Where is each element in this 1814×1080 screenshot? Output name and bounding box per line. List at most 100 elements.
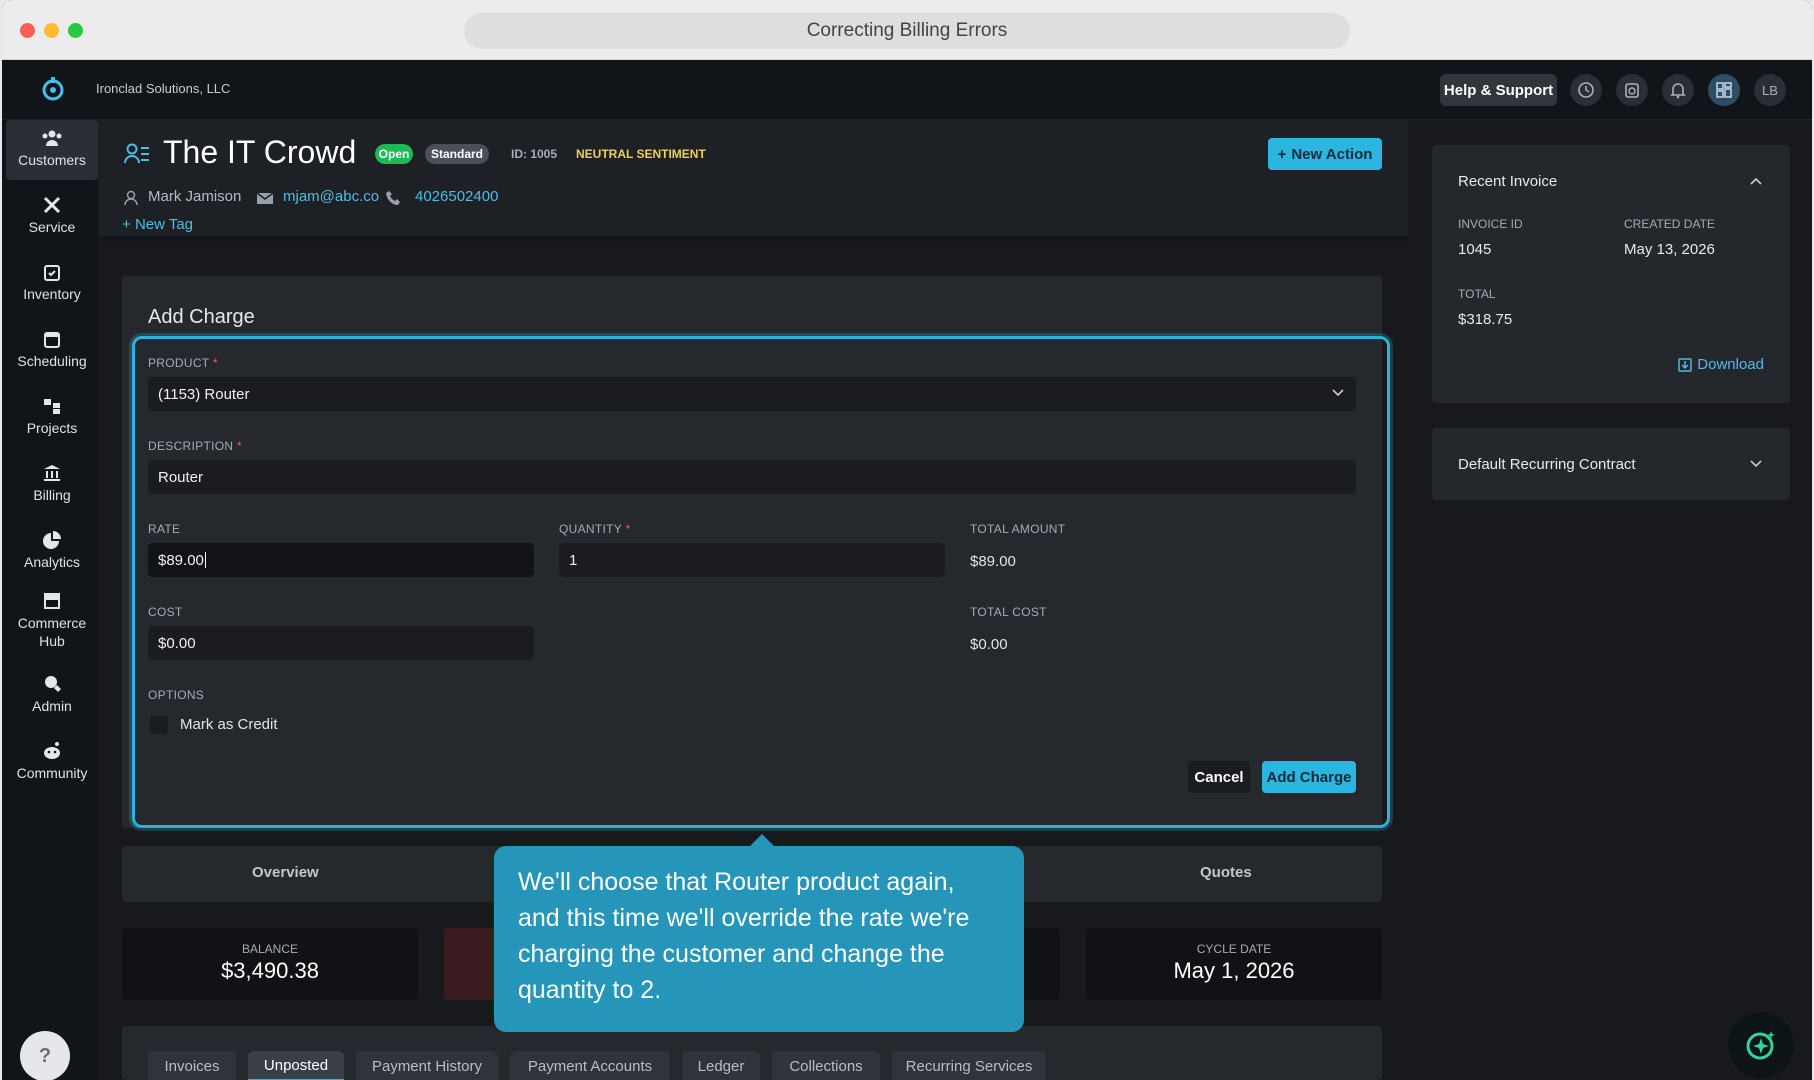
options-label: OPTIONS: [148, 688, 205, 702]
assistant-button[interactable]: [1728, 1012, 1794, 1078]
sidebar-label: Scheduling: [17, 353, 87, 369]
assistant-sparkle-icon: [1746, 1031, 1775, 1060]
timer-button[interactable]: [1616, 74, 1648, 106]
quantity-label: QUANTITY *: [559, 522, 631, 536]
help-button[interactable]: ?: [20, 1031, 70, 1080]
tab-payment-history[interactable]: Payment History: [356, 1051, 498, 1080]
balance-card: BALANCE $3,490.38: [122, 928, 418, 1000]
tooltip-arrow: [750, 834, 774, 846]
mark-as-credit-checkbox[interactable]: [150, 716, 168, 734]
customers-icon: [42, 130, 62, 146]
sidebar-item-admin[interactable]: Admin: [6, 666, 98, 726]
sidebar-label: Customers: [18, 152, 86, 168]
description-input[interactable]: Router: [148, 460, 1356, 494]
sidebar-item-projects[interactable]: Projects: [6, 388, 98, 448]
quantity-input[interactable]: 1: [559, 543, 945, 577]
tutorial-tooltip: We'll choose that Router product again, …: [494, 846, 1024, 1032]
product-value: (1153) Router: [158, 385, 250, 403]
contact-email-link[interactable]: mjam@abc.co: [283, 188, 379, 205]
cost-label: COST: [148, 605, 183, 619]
sidebar-item-service[interactable]: Service: [6, 187, 98, 247]
plus-icon: +: [122, 216, 135, 233]
inventory-icon: [44, 265, 60, 281]
add-charge-button[interactable]: Add Charge: [1262, 761, 1356, 793]
tab-quotes[interactable]: Quotes: [1200, 864, 1252, 881]
chevron-down-icon[interactable]: [1750, 460, 1762, 468]
cycle-date-label: CYCLE DATE: [1196, 942, 1272, 956]
sidebar-item-billing[interactable]: Billing: [6, 455, 98, 515]
cancel-button[interactable]: Cancel: [1188, 761, 1250, 793]
tab-overview[interactable]: Overview: [252, 864, 319, 881]
chevron-down-icon: [1332, 389, 1344, 397]
sidebar-label: Billing: [33, 487, 71, 503]
sidebar-item-analytics[interactable]: Analytics: [6, 522, 98, 582]
tab-recurring-services[interactable]: Recurring Services: [892, 1051, 1046, 1080]
user-avatar[interactable]: LB: [1754, 74, 1786, 106]
timer-icon: [1625, 83, 1639, 98]
customer-record-icon: [124, 143, 149, 164]
service-icon: [43, 196, 61, 214]
created-date-value: May 13, 2026: [1624, 241, 1715, 258]
download-icon: [1678, 357, 1693, 372]
sentiment-badge: NEUTRAL SENTIMENT: [576, 147, 706, 161]
total-value: $318.75: [1458, 311, 1513, 328]
sidebar-label: Projects: [26, 420, 78, 436]
contact-phone-link[interactable]: 4026502400: [415, 188, 498, 205]
pie-chart-icon: [43, 531, 61, 549]
mark-as-credit-label: Mark as Credit: [180, 716, 278, 733]
dashboard-icon: [1716, 82, 1732, 98]
sidebar-item-community[interactable]: Community: [6, 733, 98, 793]
tab-payment-accounts[interactable]: Payment Accounts: [510, 1051, 670, 1080]
person-icon: [124, 190, 138, 206]
recent-invoice-title: Recent Invoice: [1458, 173, 1558, 190]
recurring-contract-panel[interactable]: Default Recurring Contract: [1432, 428, 1790, 500]
chevron-up-icon[interactable]: [1750, 177, 1762, 185]
recurring-contract-title: Default Recurring Contract: [1458, 456, 1636, 473]
mail-icon: [256, 192, 274, 204]
dashboard-button[interactable]: [1708, 74, 1740, 106]
sidebar-item-scheduling[interactable]: Scheduling: [6, 321, 98, 381]
tab-collections[interactable]: Collections: [772, 1051, 880, 1080]
new-action-button[interactable]: + New Action: [1268, 138, 1382, 170]
balance-value: $3,490.38: [221, 958, 319, 983]
customer-header: The IT Crowd Open Standard ID: 1005 NEUT…: [98, 120, 1408, 242]
contact-name: Mark Jamison: [148, 188, 242, 205]
text-cursor: [204, 552, 206, 568]
product-select[interactable]: (1153) Router: [148, 377, 1356, 411]
cost-input[interactable]: $0.00: [148, 626, 534, 660]
help-support-button[interactable]: Help & Support: [1440, 74, 1557, 106]
window-title[interactable]: Correcting Billing Errors: [464, 13, 1350, 49]
product-label: PRODUCT *: [148, 356, 218, 370]
community-icon: [44, 742, 60, 759]
new-tag-label: New Tag: [134, 216, 194, 233]
sidebar-item-customers[interactable]: Customers: [6, 120, 98, 180]
close-window-button[interactable]: [20, 23, 35, 38]
customer-name: The IT Crowd: [163, 134, 357, 170]
store-icon: [44, 593, 60, 609]
history-icon: [1578, 82, 1594, 98]
download-link[interactable]: Download: [1678, 356, 1764, 373]
maximize-window-button[interactable]: [68, 23, 83, 38]
notifications-button[interactable]: [1662, 74, 1694, 106]
bank-icon: [44, 465, 60, 481]
sidebar-label: Inventory: [23, 286, 81, 302]
app-topbar: Ironclad Solutions, LLC Help & Support L…: [2, 60, 1812, 120]
company-name: Ironclad Solutions, LLC: [96, 81, 231, 96]
sidebar-item-inventory[interactable]: Inventory: [6, 254, 98, 314]
phone-icon: [386, 191, 400, 205]
created-date-label: CREATED DATE: [1624, 217, 1715, 231]
tab-ledger[interactable]: Ledger: [682, 1051, 760, 1080]
invoice-id-label: INVOICE ID: [1458, 217, 1523, 231]
sidebar-label: Service: [28, 219, 76, 235]
tab-unposted[interactable]: Unposted: [248, 1051, 344, 1080]
sidebar-label: Commerce Hub: [17, 615, 87, 649]
minimize-window-button[interactable]: [44, 23, 59, 38]
sidebar-item-commerce-hub[interactable]: Commerce Hub: [6, 582, 98, 654]
rate-input[interactable]: $89.00: [148, 543, 534, 577]
new-tag-button[interactable]: + New Tag: [122, 216, 193, 233]
tab-invoices[interactable]: Invoices: [148, 1051, 236, 1080]
account-tabs: Invoices Unposted Payment History Paymen…: [122, 1026, 1382, 1080]
app-logo-icon[interactable]: [40, 76, 66, 102]
history-button[interactable]: [1570, 74, 1602, 106]
tier-badge: Standard: [425, 144, 489, 164]
